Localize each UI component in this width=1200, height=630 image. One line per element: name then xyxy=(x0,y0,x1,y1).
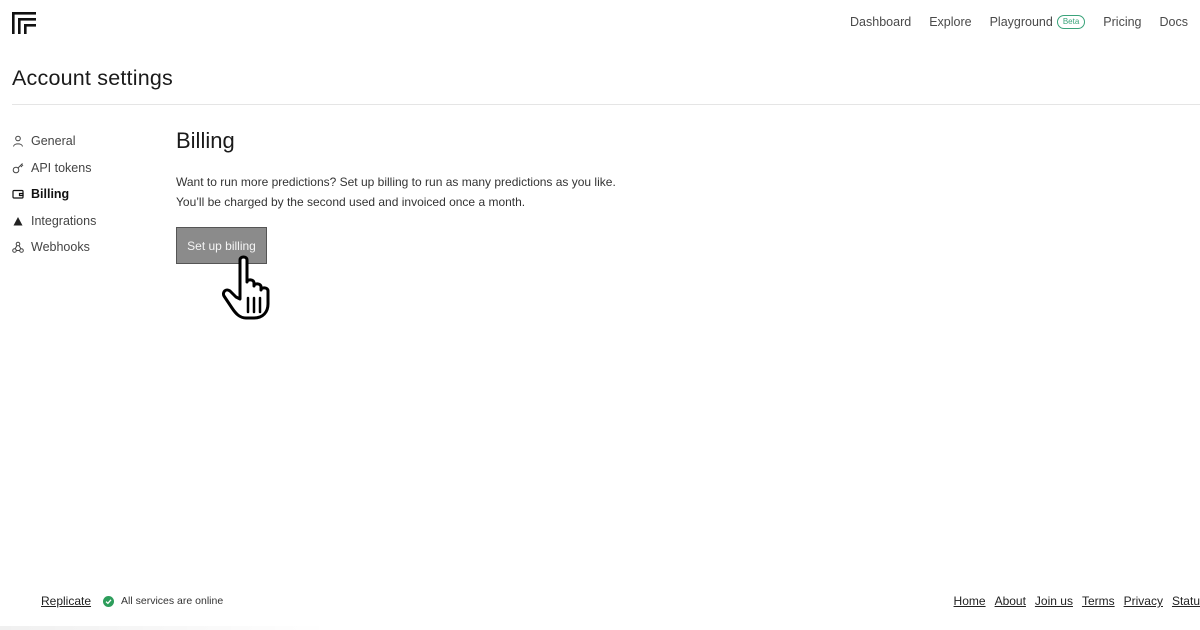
sidebar-item-webhooks[interactable]: Webhooks xyxy=(12,234,152,261)
top-nav: Dashboard Explore Playground Beta Pricin… xyxy=(850,15,1188,29)
sidebar-item-billing[interactable]: Billing xyxy=(12,181,152,208)
sidebar-item-label: Webhooks xyxy=(31,240,90,255)
triangle-icon xyxy=(12,215,24,227)
footer-left: Replicate All services are online xyxy=(41,594,223,608)
footer-link-status[interactable]: Status xyxy=(1172,594,1200,608)
footer-brand-link[interactable]: Replicate xyxy=(41,594,91,608)
billing-description-line-1: Want to run more predictions? Set up bil… xyxy=(176,175,616,189)
replicate-logo-icon[interactable] xyxy=(12,12,36,34)
nav-dashboard[interactable]: Dashboard xyxy=(850,15,911,29)
sidebar-item-label: API tokens xyxy=(31,160,92,175)
user-icon xyxy=(12,135,24,147)
sidebar-item-label: General xyxy=(31,134,76,149)
hand-pointer-icon xyxy=(222,255,270,320)
settings-sidebar: General API tokens Billing Integrations … xyxy=(12,128,152,261)
sidebar-item-api-tokens[interactable]: API tokens xyxy=(12,155,152,182)
footer-link-privacy[interactable]: Privacy xyxy=(1124,594,1163,608)
nav-playground-label: Playground xyxy=(989,15,1053,29)
beta-badge: Beta xyxy=(1056,15,1086,29)
webhook-icon xyxy=(12,241,24,254)
status-text: All services are online xyxy=(121,595,224,607)
nav-playground[interactable]: Playground Beta xyxy=(990,15,1086,29)
check-circle-icon xyxy=(103,595,115,607)
footer-link-terms[interactable]: Terms xyxy=(1082,594,1115,608)
footer-shadow xyxy=(0,626,330,630)
billing-description-line-2: You’ll be charged by the second used and… xyxy=(176,195,526,209)
nav-docs[interactable]: Docs xyxy=(1160,15,1188,29)
footer-link-about[interactable]: About xyxy=(995,594,1026,608)
section-title: Billing xyxy=(176,128,235,153)
footer-links: Home About Join us Terms Privacy Status xyxy=(954,594,1200,608)
nav-explore[interactable]: Explore xyxy=(929,15,971,29)
billing-section: Billing Want to run more predictions? Se… xyxy=(176,128,616,264)
sidebar-item-integrations[interactable]: Integrations xyxy=(12,208,152,235)
header-divider xyxy=(12,104,1200,105)
key-icon xyxy=(12,162,24,174)
nav-pricing[interactable]: Pricing xyxy=(1103,15,1141,29)
sidebar-item-general[interactable]: General xyxy=(12,128,152,155)
sidebar-item-label: Billing xyxy=(31,187,70,202)
footer-link-join-us[interactable]: Join us xyxy=(1035,594,1073,608)
wallet-icon xyxy=(12,188,24,200)
page-title: Account settings xyxy=(12,66,173,90)
sidebar-item-label: Integrations xyxy=(31,213,97,228)
footer-link-home[interactable]: Home xyxy=(954,594,986,608)
